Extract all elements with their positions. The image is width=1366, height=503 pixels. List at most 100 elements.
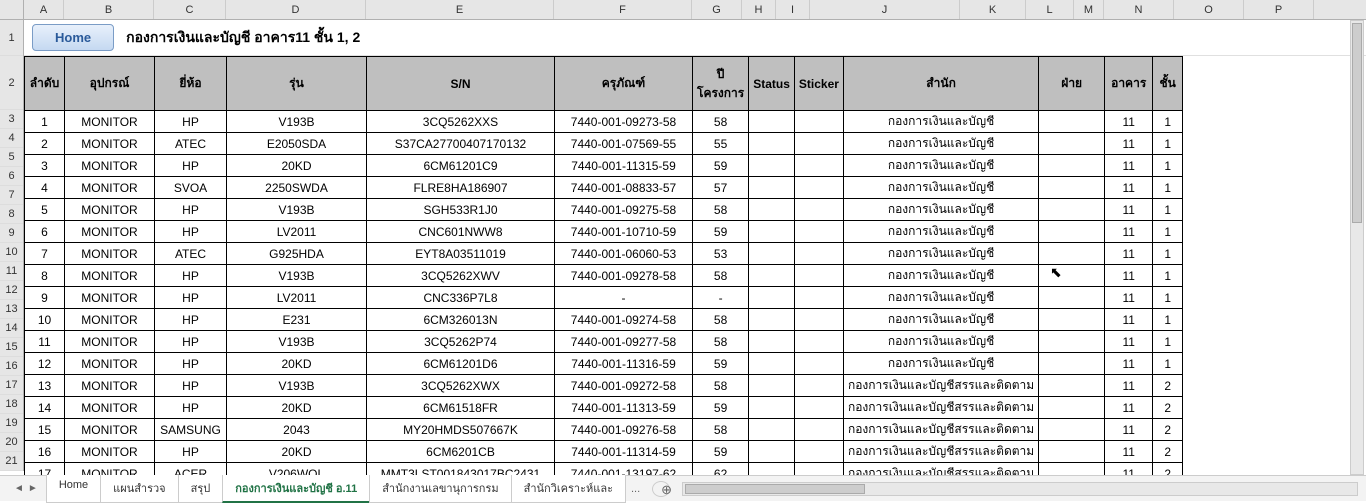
- cell[interactable]: กองการเงินและบัญชี: [843, 353, 1038, 375]
- cell[interactable]: 11: [1105, 419, 1153, 441]
- cell[interactable]: [794, 243, 843, 265]
- row-header-4[interactable]: 4: [0, 129, 23, 148]
- cell[interactable]: HP: [155, 397, 227, 419]
- cell[interactable]: [1039, 221, 1105, 243]
- sheet-tab[interactable]: สำนักงานเลขานุการกรม: [369, 475, 511, 503]
- table-header[interactable]: ชั้น: [1153, 57, 1183, 111]
- cell[interactable]: [749, 375, 795, 397]
- cell[interactable]: [749, 463, 795, 476]
- cell[interactable]: 12: [25, 353, 65, 375]
- cell[interactable]: HP: [155, 265, 227, 287]
- cell[interactable]: FLRE8HA186907: [367, 177, 555, 199]
- cell[interactable]: E231: [227, 309, 367, 331]
- cell[interactable]: 7440-001-11316-59: [555, 353, 693, 375]
- cell[interactable]: MONITOR: [65, 221, 155, 243]
- row-header-19[interactable]: 19: [0, 414, 23, 433]
- row-header-1[interactable]: 1: [0, 20, 23, 56]
- cell[interactable]: [1039, 287, 1105, 309]
- cell[interactable]: HP: [155, 441, 227, 463]
- cell[interactable]: [1039, 111, 1105, 133]
- cell[interactable]: -: [693, 287, 749, 309]
- cell[interactable]: 20KD: [227, 441, 367, 463]
- cell[interactable]: [794, 177, 843, 199]
- cell[interactable]: [1039, 441, 1105, 463]
- cell[interactable]: [749, 243, 795, 265]
- table-row[interactable]: 6MONITORHPLV2011CNC601NWW87440-001-10710…: [25, 221, 1183, 243]
- cell[interactable]: [1039, 177, 1105, 199]
- cell[interactable]: 11: [1105, 221, 1153, 243]
- cell[interactable]: [749, 221, 795, 243]
- col-header-O[interactable]: O: [1174, 0, 1244, 19]
- cell[interactable]: 7440-001-09278-58: [555, 265, 693, 287]
- cell[interactable]: 3: [25, 155, 65, 177]
- cell[interactable]: 5: [25, 199, 65, 221]
- cell[interactable]: 11: [1105, 155, 1153, 177]
- cell[interactable]: 1: [1153, 265, 1183, 287]
- row-header-3[interactable]: 3: [0, 110, 23, 129]
- cell[interactable]: 1: [1153, 133, 1183, 155]
- cell[interactable]: กองการเงินและบัญชี: [843, 155, 1038, 177]
- cell[interactable]: 59: [693, 353, 749, 375]
- sheet-tab[interactable]: แผนสำรวจ: [100, 475, 178, 503]
- cell[interactable]: [1039, 353, 1105, 375]
- cell[interactable]: 7440-001-07569-55: [555, 133, 693, 155]
- tab-more-dots[interactable]: ...: [625, 479, 646, 499]
- cell[interactable]: 7440-001-10710-59: [555, 221, 693, 243]
- cell[interactable]: MONITOR: [65, 177, 155, 199]
- cell[interactable]: กองการเงินและบัญชี: [843, 287, 1038, 309]
- cell[interactable]: [1039, 133, 1105, 155]
- col-header-G[interactable]: G: [692, 0, 742, 19]
- table-header[interactable]: ลำดับ: [25, 57, 65, 111]
- row-header-13[interactable]: 13: [0, 300, 23, 319]
- cell[interactable]: 3CQ5262XXS: [367, 111, 555, 133]
- cell[interactable]: [794, 155, 843, 177]
- cell[interactable]: 2: [1153, 441, 1183, 463]
- table-row[interactable]: 9MONITORHPLV2011CNC336P7L8--กองการเงินแล…: [25, 287, 1183, 309]
- cell[interactable]: 11: [1105, 243, 1153, 265]
- cell[interactable]: V193B: [227, 331, 367, 353]
- cell[interactable]: [794, 375, 843, 397]
- cell[interactable]: 58: [693, 375, 749, 397]
- cell[interactable]: [749, 111, 795, 133]
- row-header-18[interactable]: 18: [0, 395, 23, 414]
- row-header-2[interactable]: 2: [0, 56, 23, 110]
- cell[interactable]: [794, 441, 843, 463]
- cell[interactable]: 6: [25, 221, 65, 243]
- cell[interactable]: [794, 111, 843, 133]
- table-row[interactable]: 8MONITORHPV193B3CQ5262XWV7440-001-09278-…: [25, 265, 1183, 287]
- col-header-L[interactable]: L: [1026, 0, 1074, 19]
- cell[interactable]: 11: [1105, 177, 1153, 199]
- cell[interactable]: 58: [693, 199, 749, 221]
- select-all-corner[interactable]: [0, 0, 24, 20]
- cell[interactable]: [1039, 265, 1105, 287]
- cell[interactable]: [749, 419, 795, 441]
- cell[interactable]: [794, 199, 843, 221]
- cell[interactable]: [1039, 155, 1105, 177]
- cell[interactable]: G925HDA: [227, 243, 367, 265]
- cell[interactable]: 7440-001-09275-58: [555, 199, 693, 221]
- tab-prev-icon[interactable]: ◄: [14, 483, 24, 494]
- cell[interactable]: 11: [1105, 375, 1153, 397]
- cell[interactable]: 2: [1153, 463, 1183, 476]
- row-header-14[interactable]: 14: [0, 319, 23, 338]
- table-header[interactable]: Sticker: [794, 57, 843, 111]
- cell[interactable]: 1: [1153, 331, 1183, 353]
- cell[interactable]: 7440-001-09274-58: [555, 309, 693, 331]
- cell[interactable]: 7440-001-09273-58: [555, 111, 693, 133]
- cell[interactable]: 1: [1153, 309, 1183, 331]
- cell[interactable]: 11: [1105, 353, 1153, 375]
- cell[interactable]: HP: [155, 155, 227, 177]
- cell[interactable]: กองการเงินและบัญชีสรรและติดตาม: [843, 419, 1038, 441]
- cell[interactable]: 10: [25, 309, 65, 331]
- cell[interactable]: 7440-001-11313-59: [555, 397, 693, 419]
- cell[interactable]: HP: [155, 199, 227, 221]
- cell[interactable]: กองการเงินและบัญชี: [843, 221, 1038, 243]
- cell[interactable]: 1: [25, 111, 65, 133]
- table-row[interactable]: 13MONITORHPV193B3CQ5262XWX7440-001-09272…: [25, 375, 1183, 397]
- cell[interactable]: 2043: [227, 419, 367, 441]
- cell[interactable]: HP: [155, 353, 227, 375]
- col-header-N[interactable]: N: [1104, 0, 1174, 19]
- cell[interactable]: [794, 353, 843, 375]
- row-header-10[interactable]: 10: [0, 243, 23, 262]
- cell[interactable]: CNC601NWW8: [367, 221, 555, 243]
